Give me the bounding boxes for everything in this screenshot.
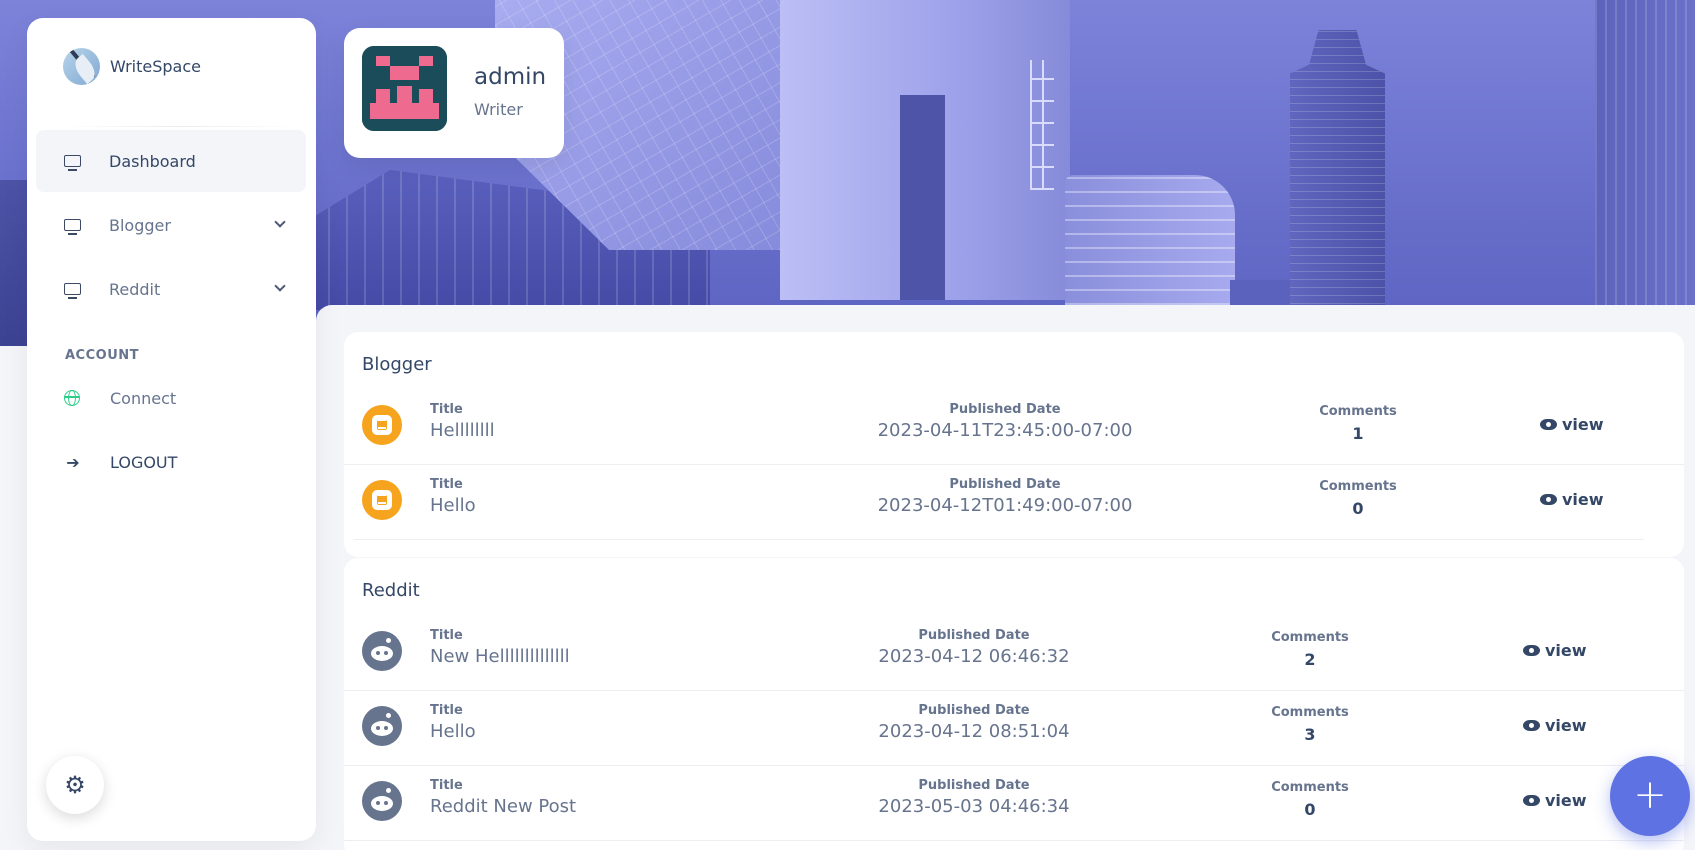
post-title: New Hellllllllllllll	[430, 646, 570, 667]
comments-label: Comments	[1271, 630, 1349, 645]
blogger-icon	[362, 405, 402, 445]
sidebar-item-reddit[interactable]: Reddit	[36, 258, 306, 320]
blogger-card: Blogger Title Hellllllll Published Date …	[344, 332, 1684, 557]
list-item: Title Reddit New Post Published Date 202…	[344, 766, 1684, 841]
profile-role: Writer	[474, 100, 523, 119]
published-date: 2023-04-12 06:46:32	[878, 646, 1070, 667]
view-label: view	[1545, 791, 1587, 810]
view-label: view	[1562, 415, 1604, 434]
globe-icon	[64, 390, 80, 406]
title-label: Title	[430, 628, 463, 643]
eye-icon	[1540, 419, 1557, 430]
published-label: Published Date	[918, 778, 1030, 793]
title-label: Title	[430, 778, 463, 793]
row-divider	[354, 539, 1644, 540]
eye-icon	[1523, 795, 1540, 806]
view-label: view	[1545, 641, 1587, 660]
logout-icon: ➔	[66, 452, 80, 472]
building-shape	[1595, 0, 1695, 320]
monitor-icon	[64, 155, 81, 171]
reddit-icon	[362, 781, 402, 821]
published-label: Published Date	[918, 628, 1030, 643]
building-shape	[900, 95, 945, 300]
comments-count: 3	[1304, 725, 1316, 744]
sidebar-item-blogger[interactable]: Blogger	[36, 194, 306, 256]
brand-name: WriteSpace	[110, 56, 201, 76]
view-button[interactable]: view	[1540, 415, 1604, 434]
list-item: Title Hellllllll Published Date 2023-04-…	[344, 390, 1684, 465]
published-date: 2023-05-03 04:46:34	[878, 796, 1070, 817]
chevron-down-icon	[274, 280, 286, 292]
title-label: Title	[430, 477, 463, 492]
chevron-down-icon	[274, 216, 286, 228]
gear-icon: ⚙	[64, 771, 86, 799]
account-section-title: ACCOUNT	[65, 348, 139, 363]
sidebar: WriteSpace Dashboard Blogger Reddit ACCO…	[27, 18, 316, 841]
blogger-icon	[362, 480, 402, 520]
monitor-icon	[64, 219, 81, 235]
sidebar-item-label: Dashboard	[109, 151, 196, 171]
post-title: Hellllllll	[430, 420, 495, 441]
reddit-card: Reddit Title New Hellllllllllllll Publis…	[344, 558, 1684, 850]
view-button[interactable]: view	[1523, 716, 1587, 735]
settings-button[interactable]: ⚙	[46, 756, 104, 814]
sidebar-item-dashboard[interactable]: Dashboard	[36, 130, 306, 192]
sidebar-item-logout[interactable]: ➔ LOGOUT	[36, 431, 306, 493]
profile-name: admin	[474, 64, 547, 90]
identicon-image	[362, 46, 447, 131]
published-date: 2023-04-12 08:51:04	[878, 721, 1070, 742]
comments-count: 1	[1352, 424, 1364, 443]
building-shape	[0, 180, 30, 346]
monitor-icon	[64, 283, 81, 299]
comments-label: Comments	[1271, 705, 1349, 720]
eye-icon	[1523, 645, 1540, 656]
view-button[interactable]: view	[1540, 490, 1604, 509]
sidebar-item-label: Connect	[110, 388, 177, 408]
sidebar-item-label: Reddit	[109, 279, 161, 299]
comments-label: Comments	[1271, 780, 1349, 795]
published-label: Published Date	[949, 402, 1061, 417]
building-shape	[1290, 30, 1385, 320]
view-label: view	[1545, 716, 1587, 735]
brand[interactable]: WriteSpace	[63, 46, 201, 86]
title-label: Title	[430, 402, 463, 417]
view-button[interactable]: view	[1523, 641, 1587, 660]
view-button[interactable]: view	[1523, 791, 1587, 810]
reddit-icon	[362, 706, 402, 746]
comments-count: 0	[1304, 800, 1316, 819]
title-label: Title	[430, 703, 463, 718]
card-title: Blogger	[362, 354, 432, 375]
row-divider	[344, 840, 1684, 841]
post-title: Reddit New Post	[430, 796, 577, 817]
profile-card: admin Writer	[344, 28, 564, 158]
reddit-icon	[362, 631, 402, 671]
comments-label: Comments	[1319, 404, 1397, 419]
list-item: Title Hello Published Date 2023-04-12T01…	[344, 465, 1684, 540]
sidebar-item-label: LOGOUT	[110, 452, 178, 472]
card-title: Reddit	[362, 580, 420, 601]
quill-logo-icon	[63, 47, 100, 85]
published-date: 2023-04-11T23:45:00-07:00	[877, 420, 1133, 441]
published-date: 2023-04-12T01:49:00-07:00	[877, 495, 1133, 516]
eye-icon	[1540, 494, 1557, 505]
comments-label: Comments	[1319, 479, 1397, 494]
list-item: Title Hello Published Date 2023-04-12 08…	[344, 691, 1684, 766]
eye-icon	[1523, 720, 1540, 731]
post-title: Hello	[430, 721, 476, 742]
building-shape	[1065, 175, 1235, 305]
view-label: view	[1562, 490, 1604, 509]
published-label: Published Date	[949, 477, 1061, 492]
published-label: Published Date	[918, 703, 1030, 718]
post-title: Hello	[430, 495, 476, 516]
sidebar-item-label: Blogger	[109, 215, 171, 235]
avatar	[362, 46, 447, 131]
sidebar-item-connect[interactable]: Connect	[36, 367, 306, 429]
building-shape	[1030, 60, 1054, 190]
list-item: Title New Hellllllllllllll Published Dat…	[344, 616, 1684, 691]
sidebar-divider	[63, 126, 296, 127]
plus-icon: +	[1633, 771, 1667, 818]
comments-count: 2	[1304, 650, 1316, 669]
add-post-button[interactable]: +	[1610, 756, 1690, 836]
comments-count: 0	[1352, 499, 1364, 518]
